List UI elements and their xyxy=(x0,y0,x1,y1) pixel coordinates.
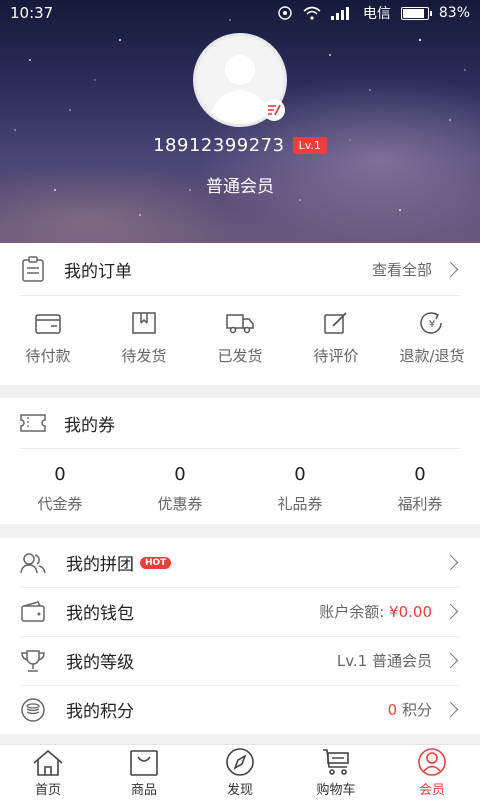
level-value: Lv.1 普通会员 xyxy=(336,652,432,670)
menu-item-points[interactable]: 我的积分 0 积分 xyxy=(0,685,480,734)
edit-icon xyxy=(268,104,281,116)
wallet-balance: 账户余额: ¥0.00 xyxy=(319,601,432,622)
tab-products[interactable]: 商品 xyxy=(96,745,192,801)
coupon-voucher[interactable]: 0 代金券 xyxy=(0,464,120,514)
orders-header[interactable]: 我的订单 查看全部 xyxy=(0,243,480,295)
chevron-right-icon xyxy=(442,261,459,277)
chevron-right-icon xyxy=(442,652,459,669)
user-icon xyxy=(418,748,446,776)
divider xyxy=(20,295,460,296)
wallet-icon xyxy=(20,599,46,625)
cart-icon xyxy=(323,749,349,775)
member-type: 普通会员 xyxy=(206,177,274,197)
svg-text:¥: ¥ xyxy=(429,319,435,330)
coupon-count: 0 xyxy=(174,464,186,485)
coupon-gift[interactable]: 0 礼品券 xyxy=(240,464,360,514)
tab-label: 商品 xyxy=(130,783,157,798)
points-value: 0 积分 xyxy=(388,699,432,720)
truck-icon xyxy=(226,314,254,334)
divider xyxy=(20,448,460,449)
order-status-label: 待评价 xyxy=(313,347,359,365)
battery-percent: 83% xyxy=(438,5,470,21)
balance-value: ¥0.00 xyxy=(389,603,432,621)
orders-title: 我的订单 xyxy=(64,261,132,282)
order-status-label: 待发货 xyxy=(121,347,167,365)
user-phone: 18912399273 xyxy=(153,135,285,156)
menu-item-wallet[interactable]: 我的钱包 账户余额: ¥0.00 xyxy=(0,587,480,636)
coupon-label: 福利券 xyxy=(397,495,443,513)
profile-header: 10:37 电信 83% 18912399273 Lv.1 普通会员 xyxy=(0,0,480,243)
points-unit: 积分 xyxy=(401,701,432,719)
home-icon xyxy=(33,749,63,776)
coupon-grid: 0 代金券 0 优惠券 0 礼品券 0 福利券 xyxy=(0,464,480,514)
status-time: 10:37 xyxy=(10,4,54,22)
coupon-welfare[interactable]: 0 福利券 xyxy=(360,464,480,514)
order-status-shipped[interactable]: 已发货 xyxy=(192,311,288,366)
coupons-section: 我的券 0 代金券 0 优惠券 0 礼品券 0 福利券 xyxy=(0,398,480,524)
order-status-pending-review[interactable]: 待评价 xyxy=(288,311,384,366)
refund-icon: ¥ xyxy=(420,312,442,334)
tab-label: 首页 xyxy=(34,783,61,798)
box-icon xyxy=(132,312,156,334)
orders-section: 我的订单 查看全部 待付款 待发货 已发货 待评价 ¥ 退款/退货 xyxy=(0,243,480,385)
order-status-pending-payment[interactable]: 待付款 xyxy=(0,311,96,366)
tab-label: 发现 xyxy=(226,783,253,798)
compass-icon xyxy=(226,748,254,776)
points-count: 0 xyxy=(387,701,398,719)
location-icon xyxy=(278,6,292,20)
tab-label: 会员 xyxy=(418,783,445,798)
ticket-icon xyxy=(20,410,46,436)
order-status-pending-shipment[interactable]: 待发货 xyxy=(96,311,192,366)
coupon-label: 代金券 xyxy=(37,495,83,513)
tab-home[interactable]: 首页 xyxy=(0,745,96,801)
wallet-icon xyxy=(35,314,61,334)
coupons-title: 我的券 xyxy=(64,415,115,436)
member-menu: 我的拼团 HOT 我的钱包 账户余额: ¥0.00 我的等级 Lv.1 普通会员… xyxy=(0,538,480,734)
tab-cart[interactable]: 购物车 xyxy=(288,745,384,801)
hot-badge: HOT xyxy=(140,556,172,569)
tab-member[interactable]: 会员 xyxy=(384,745,480,801)
balance-label: 账户余额: xyxy=(319,603,385,621)
status-bar: 10:37 电信 83% xyxy=(0,0,480,26)
tab-label: 购物车 xyxy=(316,783,356,798)
view-all-orders-link[interactable]: 查看全部 xyxy=(372,259,432,280)
order-status-label: 已发货 xyxy=(217,347,263,365)
coupon-discount[interactable]: 0 优惠券 xyxy=(120,464,240,514)
coins-icon xyxy=(20,697,46,723)
coupons-header[interactable]: 我的券 xyxy=(0,398,480,448)
bottom-tab-bar: 首页 商品 发现 购物车 会员 xyxy=(0,744,480,801)
clipboard-icon xyxy=(20,256,46,282)
menu-item-title: 我的拼团 xyxy=(66,555,134,575)
coupon-count: 0 xyxy=(414,464,426,485)
coupon-count: 0 xyxy=(54,464,66,485)
chevron-right-icon xyxy=(442,554,459,571)
coupon-label: 优惠券 xyxy=(157,495,203,513)
order-status-grid: 待付款 待发货 已发货 待评价 ¥ 退款/退货 xyxy=(0,311,480,366)
carrier-name: 电信 xyxy=(362,6,391,22)
order-status-refund[interactable]: ¥ 退款/退货 xyxy=(384,311,480,366)
menu-item-title: 我的积分 xyxy=(66,702,134,722)
coupon-label: 礼品券 xyxy=(277,495,323,513)
menu-item-title: 我的钱包 xyxy=(66,604,134,624)
wifi-icon xyxy=(303,6,321,20)
coupon-count: 0 xyxy=(294,464,306,485)
group-icon xyxy=(20,550,46,576)
shopping-bag-icon xyxy=(130,750,158,776)
menu-item-title: 我的等级 xyxy=(66,653,134,673)
tab-discover[interactable]: 发现 xyxy=(192,745,288,801)
edit-profile-button[interactable] xyxy=(263,99,285,121)
menu-item-level[interactable]: 我的等级 Lv.1 普通会员 xyxy=(0,636,480,685)
order-status-label: 退款/退货 xyxy=(399,347,465,365)
trophy-icon xyxy=(20,648,46,674)
edit-icon xyxy=(324,312,347,334)
battery-icon xyxy=(400,6,432,20)
order-status-label: 待付款 xyxy=(25,347,71,365)
signal-icon xyxy=(330,7,349,20)
chevron-right-icon xyxy=(442,603,459,620)
chevron-right-icon xyxy=(442,701,459,718)
menu-item-group-buy[interactable]: 我的拼团 HOT xyxy=(0,538,480,587)
level-badge: Lv.1 xyxy=(292,137,327,154)
